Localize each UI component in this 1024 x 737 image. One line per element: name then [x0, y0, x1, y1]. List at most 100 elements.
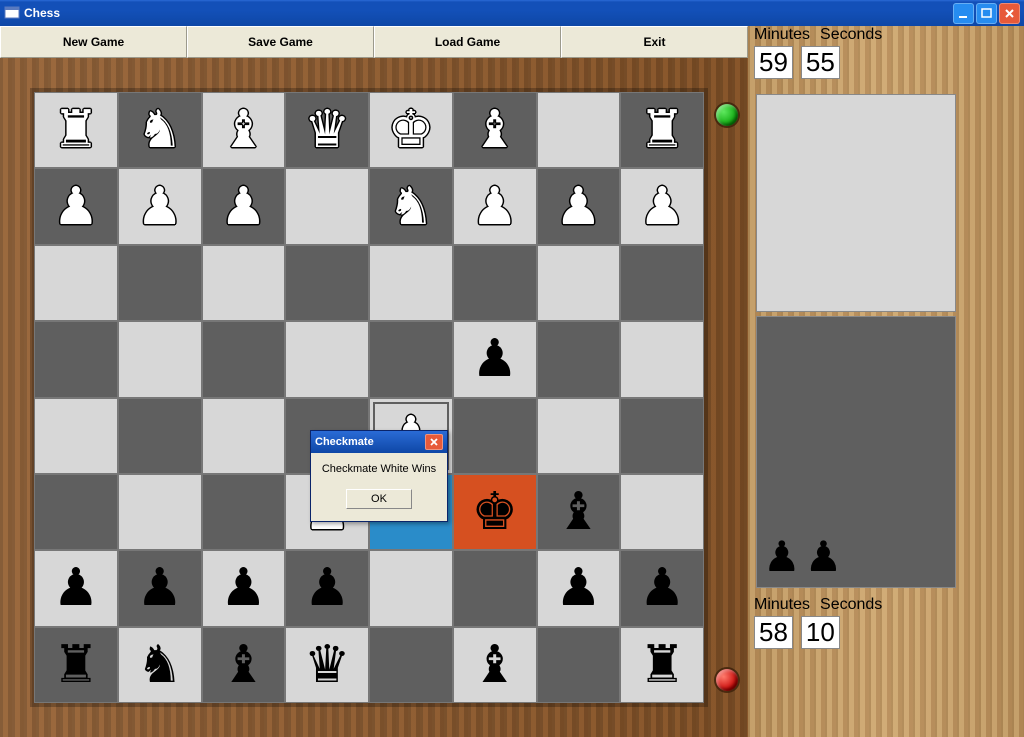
square-0-1[interactable]: ♞	[118, 92, 202, 168]
square-7-6[interactable]	[537, 627, 621, 703]
exit-button[interactable]: Exit	[561, 26, 748, 58]
square-6-5[interactable]	[453, 550, 537, 626]
square-4-7[interactable]	[620, 398, 704, 474]
save-game-button[interactable]: Save Game	[187, 26, 374, 58]
square-2-5[interactable]	[453, 245, 537, 321]
toolbar: New Game Save Game Load Game Exit	[0, 26, 748, 59]
square-0-2[interactable]: ♝	[202, 92, 286, 168]
captured-piece: ♟	[805, 532, 843, 581]
new-game-button[interactable]: New Game	[0, 26, 187, 58]
square-5-1[interactable]	[118, 474, 202, 550]
seconds-label: Seconds	[820, 596, 882, 614]
top-minutes-value: 59	[754, 46, 793, 79]
square-7-5[interactable]: ♝	[453, 627, 537, 703]
square-0-0[interactable]: ♜	[34, 92, 118, 168]
square-2-1[interactable]	[118, 245, 202, 321]
square-1-2[interactable]: ♟	[202, 168, 286, 244]
square-6-2[interactable]: ♟	[202, 550, 286, 626]
square-1-7[interactable]: ♟	[620, 168, 704, 244]
square-3-7[interactable]	[620, 321, 704, 397]
square-7-3[interactable]: ♛	[285, 627, 369, 703]
square-2-2[interactable]	[202, 245, 286, 321]
square-5-7[interactable]	[620, 474, 704, 550]
piece: ♛	[304, 639, 351, 691]
maximize-button[interactable]	[976, 3, 997, 24]
dialog-message: Checkmate White Wins	[319, 463, 439, 475]
square-0-3[interactable]: ♛	[285, 92, 369, 168]
square-7-2[interactable]: ♝	[202, 627, 286, 703]
square-5-2[interactable]	[202, 474, 286, 550]
dialog-ok-button[interactable]: OK	[346, 489, 412, 509]
square-5-6[interactable]: ♝	[537, 474, 621, 550]
piece: ♝	[555, 486, 602, 538]
square-7-7[interactable]: ♜	[620, 627, 704, 703]
square-4-6[interactable]	[537, 398, 621, 474]
load-game-button[interactable]: Load Game	[374, 26, 561, 58]
square-7-4[interactable]	[369, 627, 453, 703]
square-2-3[interactable]	[285, 245, 369, 321]
square-3-5[interactable]: ♟	[453, 321, 537, 397]
square-0-7[interactable]: ♜	[620, 92, 704, 168]
square-2-4[interactable]	[369, 245, 453, 321]
square-0-5[interactable]: ♝	[453, 92, 537, 168]
piece: ♟	[471, 181, 518, 233]
square-6-6[interactable]: ♟	[537, 550, 621, 626]
close-button[interactable]	[999, 3, 1020, 24]
minimize-button[interactable]	[953, 3, 974, 24]
dialog-close-button[interactable]	[425, 434, 443, 450]
piece: ♟	[639, 562, 686, 614]
square-3-6[interactable]	[537, 321, 621, 397]
main-window: Chess New Game Save Game Load Game Exit	[0, 0, 1024, 737]
left-pane: New Game Save Game Load Game Exit ♜♞♝♛♚♝…	[0, 26, 748, 737]
piece: ♛	[304, 104, 351, 156]
piece: ♝	[220, 639, 267, 691]
square-4-0[interactable]	[34, 398, 118, 474]
square-1-1[interactable]: ♟	[118, 168, 202, 244]
square-6-0[interactable]: ♟	[34, 550, 118, 626]
square-1-6[interactable]: ♟	[537, 168, 621, 244]
square-3-1[interactable]	[118, 321, 202, 397]
square-4-1[interactable]	[118, 398, 202, 474]
piece: ♚	[388, 104, 435, 156]
square-7-1[interactable]: ♞	[118, 627, 202, 703]
square-2-0[interactable]	[34, 245, 118, 321]
titlebar[interactable]: Chess	[0, 0, 1024, 26]
board-area: ♜♞♝♛♚♝♜♟♟♟♞♟♟♟♟♟♟♚♝♟♟♟♟♟♟♜♞♝♛♝♜ Checkmat…	[0, 58, 748, 737]
app-icon	[4, 5, 20, 21]
square-1-0[interactable]: ♟	[34, 168, 118, 244]
square-2-7[interactable]	[620, 245, 704, 321]
square-4-5[interactable]	[453, 398, 537, 474]
captured-top-box	[756, 94, 956, 312]
chess-board[interactable]: ♜♞♝♛♚♝♜♟♟♟♞♟♟♟♟♟♟♚♝♟♟♟♟♟♟♜♞♝♛♝♜	[34, 92, 704, 703]
piece: ♞	[136, 104, 183, 156]
square-3-4[interactable]	[369, 321, 453, 397]
square-3-0[interactable]	[34, 321, 118, 397]
bottom-minutes-value: 58	[754, 616, 793, 649]
square-1-5[interactable]: ♟	[453, 168, 537, 244]
piece: ♟	[53, 181, 100, 233]
square-1-4[interactable]: ♞	[369, 168, 453, 244]
square-6-7[interactable]: ♟	[620, 550, 704, 626]
piece: ♟	[555, 181, 602, 233]
piece: ♝	[220, 104, 267, 156]
piece: ♜	[53, 639, 100, 691]
square-3-3[interactable]	[285, 321, 369, 397]
square-3-2[interactable]	[202, 321, 286, 397]
piece: ♟	[555, 562, 602, 614]
square-4-2[interactable]	[202, 398, 286, 474]
square-0-4[interactable]: ♚	[369, 92, 453, 168]
square-5-5[interactable]: ♚	[453, 474, 537, 550]
square-6-4[interactable]	[369, 550, 453, 626]
square-2-6[interactable]	[537, 245, 621, 321]
piece: ♜	[639, 104, 686, 156]
square-6-3[interactable]: ♟	[285, 550, 369, 626]
square-0-6[interactable]	[537, 92, 621, 168]
square-1-3[interactable]	[285, 168, 369, 244]
square-5-0[interactable]	[34, 474, 118, 550]
piece: ♟	[639, 181, 686, 233]
turn-indicator-bottom	[716, 669, 738, 691]
top-seconds-value: 55	[801, 46, 840, 79]
square-6-1[interactable]: ♟	[118, 550, 202, 626]
seconds-label: Seconds	[820, 26, 882, 44]
square-7-0[interactable]: ♜	[34, 627, 118, 703]
